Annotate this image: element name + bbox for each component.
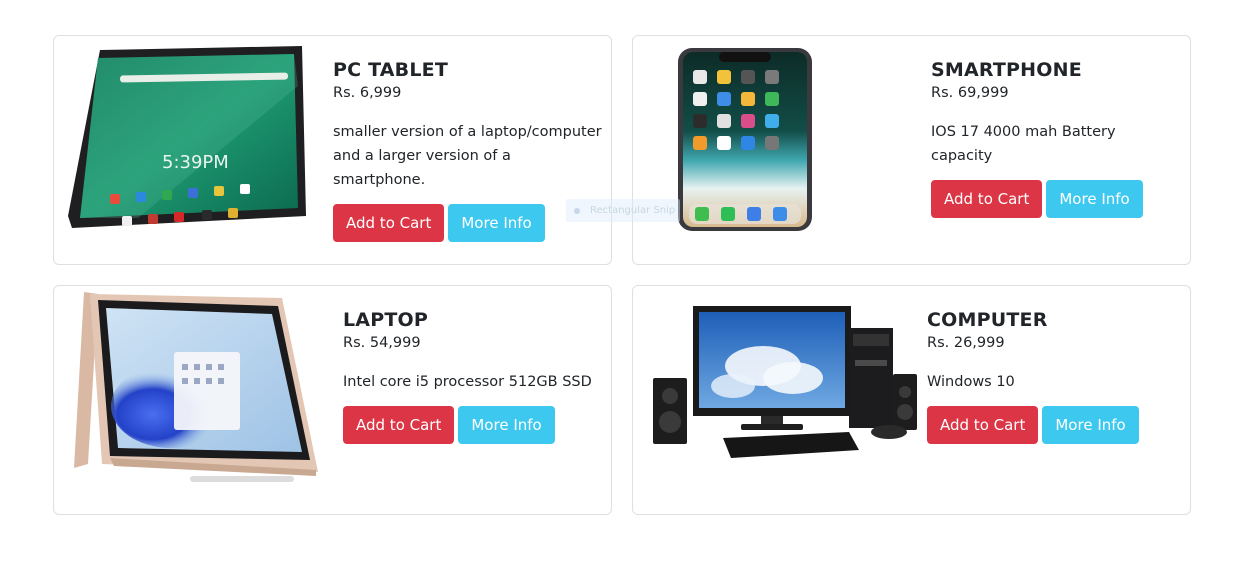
product-card-laptop: LAPTOP Rs. 54,999 Intel core i5 processo…: [53, 285, 612, 515]
product-title: SMARTPHONE: [931, 59, 1082, 81]
product-card-tablet: 5:39PM PC TABLET Rs. 6,999 smaller versi…: [53, 35, 612, 265]
product-description: Windows 10: [927, 374, 1015, 390]
product-title: COMPUTER: [927, 309, 1048, 331]
snip-icon: [574, 207, 580, 214]
product-price: Rs. 54,999: [343, 335, 421, 351]
laptop-image: [66, 288, 318, 488]
product-info: SMARTPHONE Rs. 69,999 IOS 17 4000 mah Ba…: [931, 58, 1181, 218]
snip-tooltip: Rectangular Snip: [566, 199, 680, 222]
snip-tooltip-label: Rectangular Snip: [590, 205, 676, 216]
add-to-cart-button[interactable]: Add to Cart: [927, 406, 1039, 444]
tablet-image: 5:39PM: [68, 46, 308, 230]
product-info: COMPUTER Rs. 26,999 Windows 10 Add to Ca…: [927, 308, 1182, 444]
desktop-computer-image: [653, 300, 925, 472]
product-price: Rs. 26,999: [927, 335, 1005, 351]
add-to-cart-button[interactable]: Add to Cart: [343, 406, 455, 444]
tablet-screen-time: 5:39PM: [162, 152, 229, 173]
product-card-smartphone: SMARTPHONE Rs. 69,999 IOS 17 4000 mah Ba…: [632, 35, 1191, 265]
product-info: LAPTOP Rs. 54,999 Intel core i5 processo…: [343, 308, 603, 444]
smartphone-image: [677, 48, 813, 232]
add-to-cart-button[interactable]: Add to Cart: [931, 180, 1043, 218]
product-description: smaller version of a laptop/computer and…: [333, 124, 602, 188]
add-to-cart-button[interactable]: Add to Cart: [333, 204, 445, 242]
product-description: IOS 17 4000 mah Battery capacity: [931, 124, 1116, 164]
more-info-button[interactable]: More Info: [1042, 406, 1139, 444]
product-title: LAPTOP: [343, 309, 428, 331]
product-price: Rs. 69,999: [931, 85, 1009, 101]
product-description: Intel core i5 processor 512GB SSD: [343, 374, 592, 390]
more-info-button[interactable]: More Info: [1046, 180, 1143, 218]
product-info: PC TABLET Rs. 6,999 smaller version of a…: [333, 58, 603, 242]
product-card-computer: COMPUTER Rs. 26,999 Windows 10 Add to Ca…: [632, 285, 1191, 515]
product-price: Rs. 6,999: [333, 85, 402, 101]
more-info-button[interactable]: More Info: [448, 204, 545, 242]
more-info-button[interactable]: More Info: [458, 406, 555, 444]
product-title: PC TABLET: [333, 59, 449, 81]
